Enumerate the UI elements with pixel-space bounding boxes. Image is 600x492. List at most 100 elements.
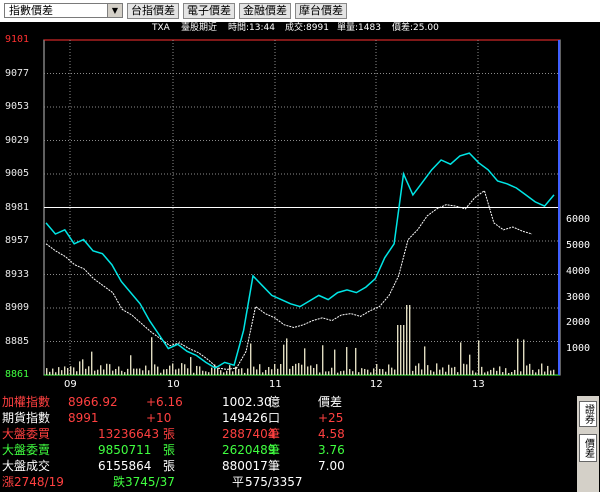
volume-bar: [508, 372, 510, 375]
volume-bar: [394, 369, 396, 375]
volume-bar: [535, 372, 537, 375]
y-tick-label: 9101: [5, 34, 30, 45]
volume-bar: [406, 305, 408, 375]
symbol-code: TXA: [152, 23, 170, 33]
y-tick-label: 8885: [5, 335, 30, 347]
volume-bar: [277, 368, 279, 375]
y-tick-label: 9005: [5, 168, 30, 179]
volume-bar: [229, 365, 231, 375]
volume-bar: [184, 364, 186, 375]
x-tick-label: 09: [64, 379, 77, 390]
tab-msci-spread[interactable]: 摩台價差: [295, 3, 347, 19]
volume-bar: [112, 370, 114, 375]
label-futures: 期貨指數: [2, 411, 51, 425]
volume-bar: [223, 372, 225, 375]
volume-bar: [175, 369, 177, 375]
volume-bar: [349, 369, 351, 375]
trade-avg: 7.00: [318, 459, 345, 473]
spread-button[interactable]: 價差: [579, 434, 597, 462]
volume-bar: [466, 364, 468, 375]
volume-bar: [100, 365, 102, 375]
volume-bar: [193, 372, 195, 375]
volume-bar: [124, 372, 126, 375]
unit-volume-readout: 單量:1483: [337, 23, 381, 33]
tab-taiex-spread[interactable]: 台指價差: [127, 3, 179, 19]
x-tick-label: 13: [472, 379, 485, 390]
volume-bar: [424, 346, 426, 375]
y-tick-label: 9077: [5, 67, 30, 79]
volume-bar: [370, 372, 372, 375]
volume-bar: [343, 370, 345, 375]
volume-bar: [151, 337, 153, 375]
volume-bar: [505, 368, 507, 375]
volume-bar: [178, 368, 180, 375]
futures-change: +10: [146, 411, 172, 425]
volume-bar: [382, 369, 384, 375]
volume-bar: [76, 371, 78, 375]
volume-bar: [103, 369, 105, 375]
volume-bar: [91, 351, 93, 375]
volume-bar: [271, 369, 273, 375]
volume-bar: [217, 368, 219, 375]
volume-bar: [460, 342, 462, 375]
tab-electronics-spread[interactable]: 電子價差: [183, 3, 235, 19]
volume-bar: [400, 325, 402, 375]
volume-bar: [61, 370, 63, 375]
volume-bar: [307, 366, 309, 375]
y-tick-label: 8909: [5, 302, 30, 313]
volume-bar: [295, 363, 297, 375]
volume-bar: [88, 366, 90, 375]
volume-bar: [70, 366, 72, 375]
volume-tick-label: 5000: [566, 239, 591, 251]
volume-bar: [169, 365, 171, 375]
volume-bar: [199, 366, 201, 375]
volume-bar: [409, 305, 411, 375]
volume-bar: [214, 364, 216, 375]
volume-bar: [433, 371, 435, 375]
volume-bar: [154, 364, 156, 375]
tab-finance-spread[interactable]: 金融價差: [239, 3, 291, 19]
label-ask: 大盤委賣: [2, 443, 51, 457]
futures-line: [45, 152, 555, 369]
volume-bar: [544, 371, 546, 375]
volume-bar: [232, 371, 234, 375]
spread-label: 價差: [318, 395, 343, 409]
volume-bar: [220, 370, 222, 375]
volume-bar: [148, 370, 150, 375]
volume-bar: [172, 363, 174, 375]
volume-bar: [526, 365, 528, 375]
volume-bar: [487, 371, 489, 375]
volume-bar: [241, 368, 243, 375]
volume-bar: [514, 369, 516, 375]
time-readout: 時間:13:44: [228, 23, 275, 33]
volume-bar: [334, 349, 336, 375]
volume-bar: [550, 370, 552, 375]
volume-bar: [73, 367, 75, 375]
volume-bar: [331, 367, 333, 375]
volume-bar: [532, 369, 534, 375]
volume-bar: [238, 368, 240, 375]
volume-bar: [256, 369, 258, 375]
securities-button[interactable]: 證券: [579, 401, 597, 427]
volume-bar: [352, 371, 354, 375]
futures-value: 8991: [68, 411, 99, 425]
volume-bar: [361, 368, 363, 375]
price-chart[interactable]: [0, 36, 600, 393]
volume-bar: [253, 366, 255, 375]
volume-bar: [328, 371, 330, 375]
chevron-down-icon[interactable]: ▼: [107, 4, 122, 17]
volume-bar: [373, 368, 375, 375]
x-tick-label: 10: [167, 379, 180, 390]
volume-bar: [316, 364, 318, 375]
volume-bar: [163, 369, 165, 375]
volume-bar: [259, 364, 261, 375]
volume-bar: [529, 363, 531, 375]
volume-bar: [250, 343, 252, 375]
volume-bar: [208, 372, 210, 375]
row-breadth: 漲2748/19 跌3745/37 平 575/3357: [0, 475, 575, 490]
volume-bar: [511, 372, 513, 375]
trade-orders: 880017: [222, 459, 268, 473]
index-selector[interactable]: 指數價差 ▼: [4, 3, 123, 18]
volume-bar: [493, 367, 495, 375]
y-tick-label: 9029: [5, 134, 30, 146]
